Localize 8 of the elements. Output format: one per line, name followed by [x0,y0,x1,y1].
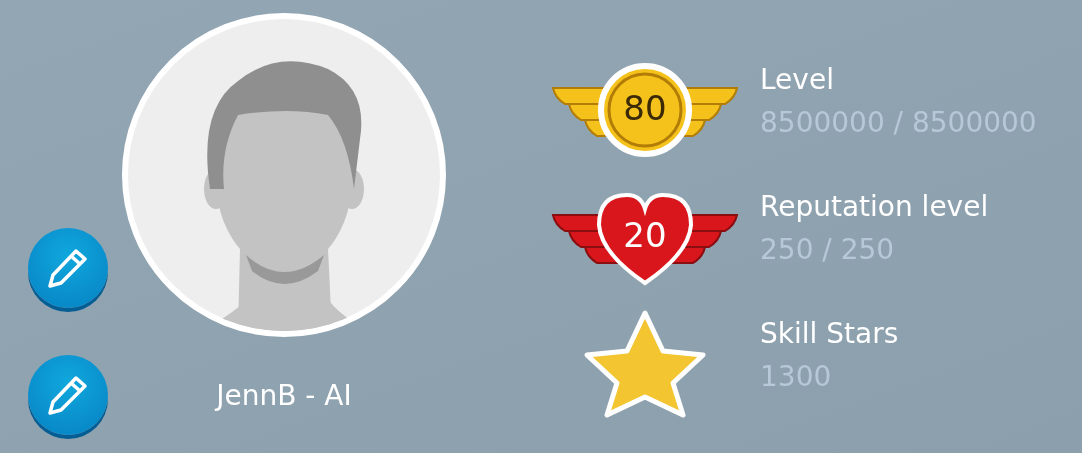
stat-label: Level [760,62,835,96]
badge-number: 20 [622,214,668,255]
player-name: JennB - AI [216,379,352,412]
pencil-icon [46,373,90,417]
stat-label: Reputation level [760,189,989,223]
badge-number: 80 [622,87,668,128]
stat-label: Skill Stars [760,316,899,350]
pencil-icon [46,246,90,290]
